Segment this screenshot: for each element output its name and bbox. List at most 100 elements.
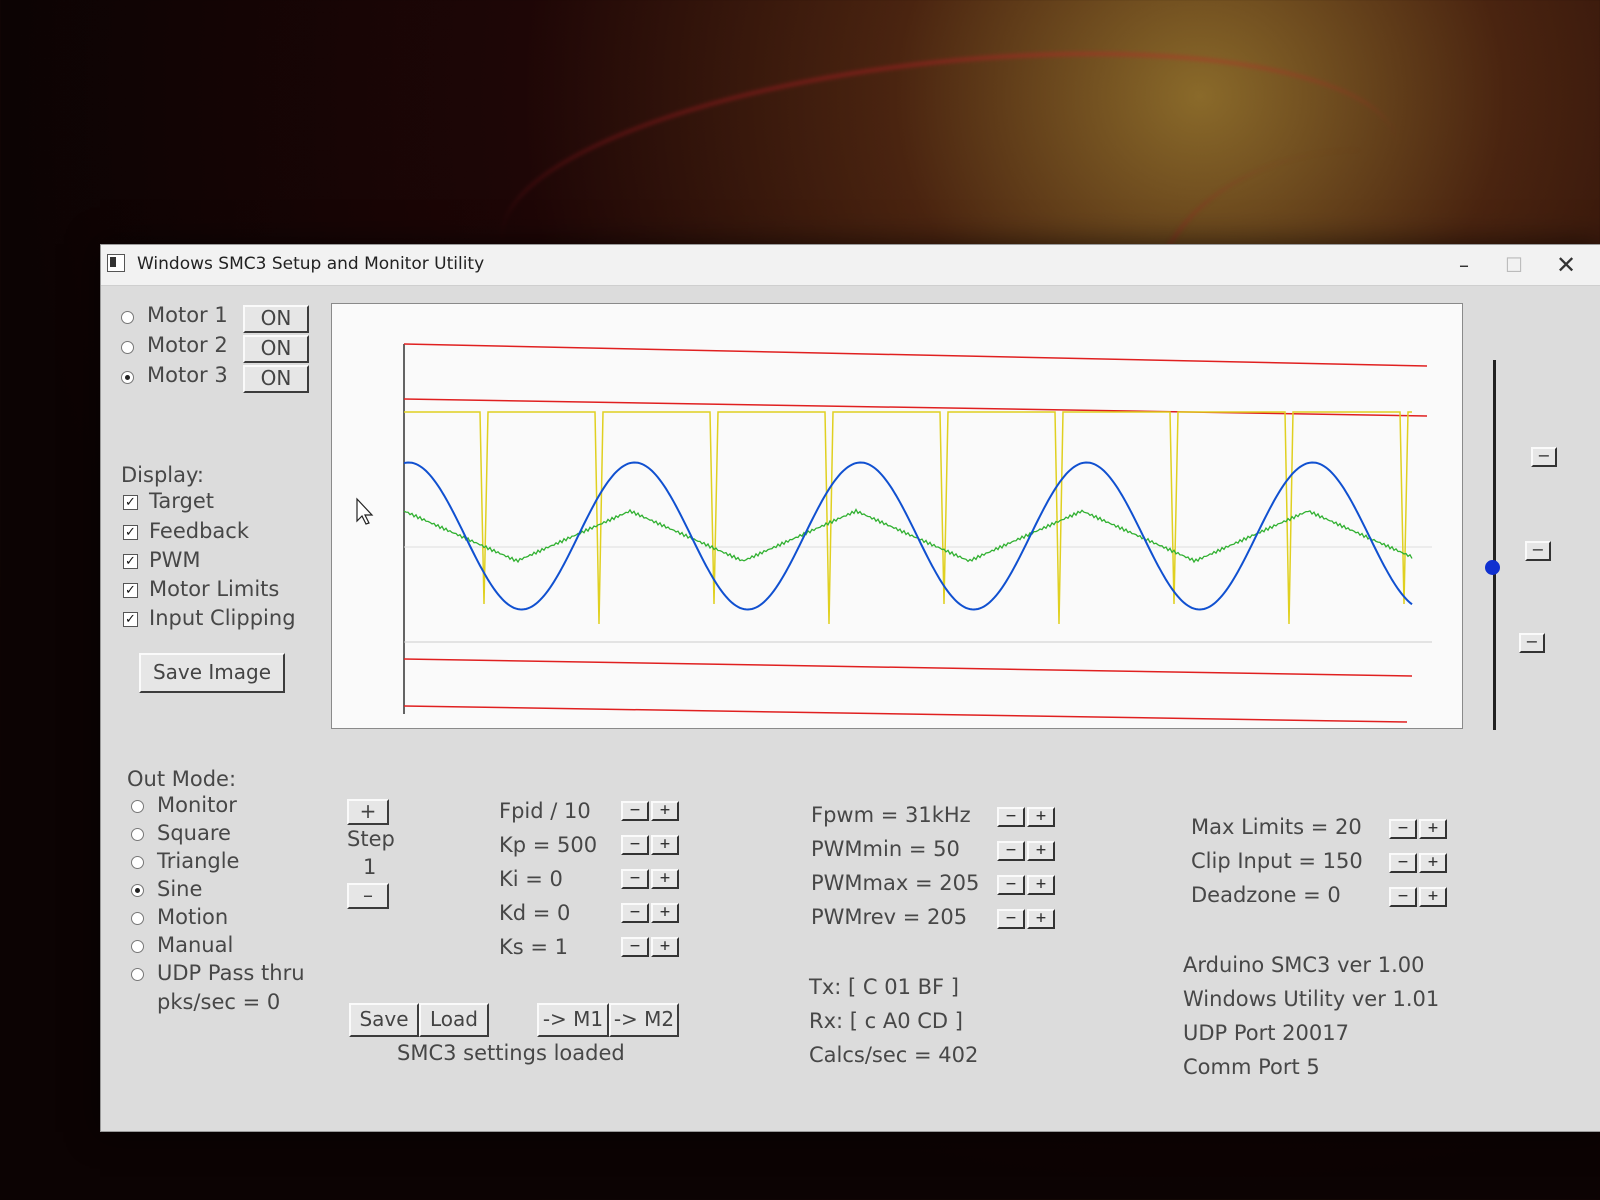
motor-3-radio[interactable] xyxy=(121,371,134,384)
plot-side-button[interactable]: − xyxy=(1519,633,1545,653)
ki-value: Ki = 0 xyxy=(499,867,563,891)
motor-1-radio[interactable] xyxy=(121,311,134,324)
clip-line xyxy=(403,658,1413,677)
plot-side-button[interactable]: − xyxy=(1531,447,1557,467)
maximize-button[interactable]: ☐ xyxy=(1497,251,1531,279)
clip-line xyxy=(403,398,1428,417)
scale-slider-thumb[interactable] xyxy=(1485,560,1500,575)
limit-line xyxy=(403,343,1428,367)
pwm-max-value: PWMmax = 205 xyxy=(811,871,980,895)
target-checkbox[interactable]: ✓ xyxy=(123,495,138,510)
sine-label: Sine xyxy=(157,877,203,901)
plus-button[interactable]: + xyxy=(1027,841,1055,861)
feedback-trace xyxy=(403,461,1413,611)
plus-button[interactable]: + xyxy=(651,937,679,957)
udp-pass-thru-radio[interactable] xyxy=(131,968,144,981)
pwm-rev-stepper[interactable]: − + xyxy=(997,909,1057,929)
plus-button[interactable]: + xyxy=(1027,875,1055,895)
minus-button[interactable]: − xyxy=(1389,853,1417,873)
main-window: Windows SMC3 Setup and Monitor Utility –… xyxy=(100,244,1600,1132)
motor-1-on-button[interactable]: ON xyxy=(243,305,309,333)
kp-stepper[interactable]: − + xyxy=(621,835,681,855)
pwm-rev-value: PWMrev = 205 xyxy=(811,905,968,929)
step-plus-button[interactable]: + xyxy=(347,799,389,825)
copy-to-m2-button[interactable]: -> M2 xyxy=(609,1003,679,1037)
kd-stepper[interactable]: − + xyxy=(621,903,681,923)
minus-button[interactable]: − xyxy=(997,807,1025,827)
app-icon xyxy=(107,254,125,272)
ki-stepper[interactable]: − + xyxy=(621,869,681,889)
input-clipping-label: Input Clipping xyxy=(149,606,296,630)
plus-button[interactable]: + xyxy=(1027,807,1055,827)
clip-input-value: Clip Input = 150 xyxy=(1191,849,1363,873)
close-button[interactable]: ✕ xyxy=(1549,251,1583,279)
minimize-button[interactable]: – xyxy=(1447,251,1481,279)
motor-3-on-button[interactable]: ON xyxy=(243,365,309,393)
manual-radio[interactable] xyxy=(131,940,144,953)
window-title: Windows SMC3 Setup and Monitor Utility xyxy=(137,254,485,274)
packets-per-sec: pks/sec = 0 xyxy=(157,990,281,1014)
minus-button[interactable]: − xyxy=(997,909,1025,929)
plus-button[interactable]: + xyxy=(651,801,679,821)
ks-value: Ks = 1 xyxy=(499,935,569,959)
fpid-value: Fpid / 10 xyxy=(499,799,591,823)
feedback-checkbox[interactable]: ✓ xyxy=(123,525,138,540)
motion-label: Motion xyxy=(157,905,229,929)
minus-button[interactable]: − xyxy=(1389,887,1417,907)
fpwm-value: Fpwm = 31kHz xyxy=(811,803,971,827)
plus-button[interactable]: + xyxy=(1027,909,1055,929)
motor-2-on-button[interactable]: ON xyxy=(243,335,309,363)
plus-button[interactable]: + xyxy=(1419,853,1447,873)
minus-button[interactable]: − xyxy=(997,875,1025,895)
scale-slider-track[interactable] xyxy=(1493,360,1496,730)
sine-radio[interactable] xyxy=(131,884,144,897)
save-image-button[interactable]: Save Image xyxy=(139,653,285,693)
fpwm-stepper[interactable]: − + xyxy=(997,807,1057,827)
target-label: Target xyxy=(149,489,214,513)
load-button[interactable]: Load xyxy=(419,1003,489,1037)
input-clipping-checkbox[interactable]: ✓ xyxy=(123,612,138,627)
minus-button[interactable]: − xyxy=(997,841,1025,861)
minus-button[interactable]: − xyxy=(621,835,649,855)
plus-button[interactable]: + xyxy=(651,869,679,889)
fpid-stepper[interactable]: − + xyxy=(621,801,681,821)
motion-radio[interactable] xyxy=(131,912,144,925)
clip-input-stepper[interactable]: − + xyxy=(1389,853,1449,873)
plus-button[interactable]: + xyxy=(651,903,679,923)
pwm-checkbox[interactable]: ✓ xyxy=(123,554,138,569)
pwm-max-stepper[interactable]: − + xyxy=(997,875,1057,895)
plot-side-button[interactable]: − xyxy=(1525,541,1551,561)
minus-button[interactable]: − xyxy=(621,801,649,821)
display-heading: Display: xyxy=(121,463,204,487)
monitor-label: Monitor xyxy=(157,793,237,817)
kp-value: Kp = 500 xyxy=(499,833,598,857)
plus-button[interactable]: + xyxy=(1419,819,1447,839)
plus-button[interactable]: + xyxy=(1419,887,1447,907)
monitor-radio[interactable] xyxy=(131,800,144,813)
deadzone-stepper[interactable]: − + xyxy=(1389,887,1449,907)
motor-2-radio[interactable] xyxy=(121,341,134,354)
pwm-label: PWM xyxy=(149,548,201,572)
udp-pass-thru-label: UDP Pass thru xyxy=(157,961,305,985)
tx-readout: Tx: [ C 01 BF ] xyxy=(809,975,959,999)
plus-button[interactable]: + xyxy=(651,835,679,855)
save-button[interactable]: Save xyxy=(349,1003,419,1037)
limit-line xyxy=(403,705,1408,723)
step-value: 1 xyxy=(363,855,377,879)
minus-button[interactable]: − xyxy=(621,937,649,957)
copy-to-m1-button[interactable]: -> M1 xyxy=(537,1003,609,1037)
minus-button[interactable]: − xyxy=(1389,819,1417,839)
minus-button[interactable]: − xyxy=(621,903,649,923)
pwm-min-stepper[interactable]: − + xyxy=(997,841,1057,861)
feedback-label: Feedback xyxy=(149,519,250,543)
square-radio[interactable] xyxy=(131,828,144,841)
minus-button[interactable]: − xyxy=(621,869,649,889)
motor-limits-checkbox[interactable]: ✓ xyxy=(123,583,138,598)
rx-readout: Rx: [ c A0 CD ] xyxy=(809,1009,963,1033)
triangle-label: Triangle xyxy=(157,849,240,873)
ks-stepper[interactable]: − + xyxy=(621,937,681,957)
triangle-radio[interactable] xyxy=(131,856,144,869)
step-minus-button[interactable]: – xyxy=(347,883,389,909)
max-limits-stepper[interactable]: − + xyxy=(1389,819,1449,839)
motor-3-label: Motor 3 xyxy=(147,363,228,387)
